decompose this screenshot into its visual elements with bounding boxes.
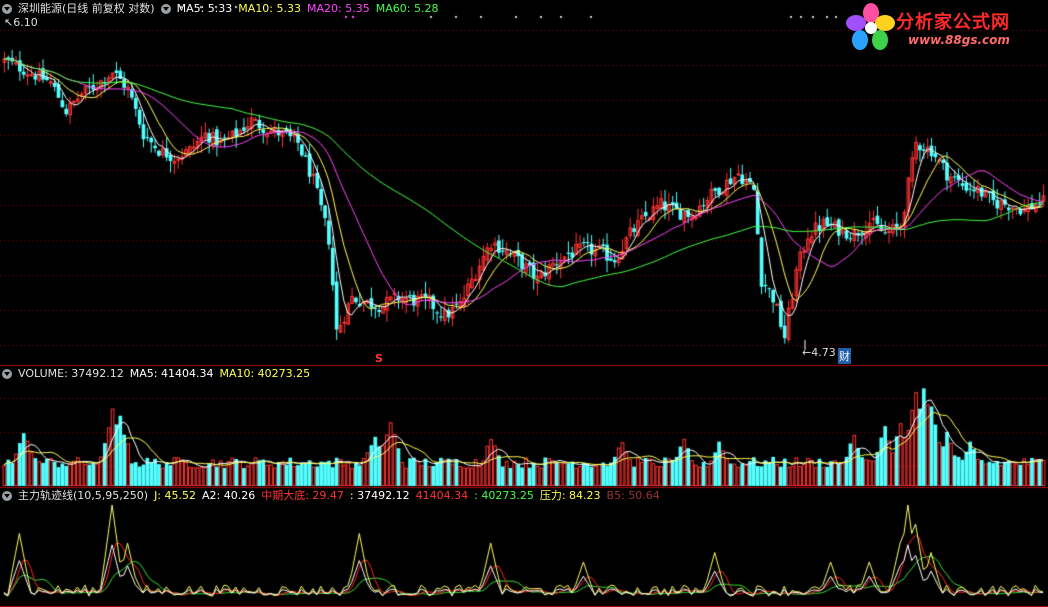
- osc-indicator-3: : 37492.12: [349, 489, 410, 502]
- volume-indicator-0: MA5: 41404.34: [129, 367, 214, 380]
- marker-cai[interactable]: 财: [838, 348, 851, 364]
- logo-url-text: www.88gs.com: [908, 33, 1010, 47]
- osc-indicator-4: 41404.34: [415, 489, 469, 502]
- osc-indicator-1: A2: 40.26: [202, 489, 256, 502]
- ma-indicator-3: MA60: 5.28: [375, 2, 439, 15]
- ma-indicator-2: MA20: 5.35: [307, 2, 370, 15]
- price-high-label: ↖6.10: [4, 16, 38, 29]
- volume-indicator-list: MA5: 41404.34 MA10: 40273.25: [130, 366, 310, 382]
- ma-indicator-list: MA5: 5.33 MA10: 5.33 MA20: 5.35 MA60: 5.28: [177, 1, 439, 17]
- volume-panel-menu-icon[interactable]: [2, 369, 12, 379]
- osc-panel-title: 主力轨迹线(10,5,95,250): [18, 489, 149, 502]
- logo-brand-text: 分析家公式网: [896, 12, 1010, 33]
- flower-logo-icon: [846, 3, 895, 50]
- price-low-label: ←4.73: [802, 346, 836, 359]
- marker-s[interactable]: S: [375, 352, 383, 365]
- osc-indicator-5: : 40273.25: [474, 489, 534, 502]
- stock-chart-canvas[interactable]: [0, 0, 1048, 607]
- site-logo: 分析家公式网 www.88gs.com: [846, 2, 1042, 54]
- osc-indicator-list: J: 45.52 A2: 40.26 中期大底: 29.47 : 37492.12 41…: [154, 488, 660, 504]
- price-panel-menu-icon[interactable]: [2, 4, 12, 14]
- ma-indicator-0: MA5: 5.33: [176, 2, 233, 15]
- osc-indicator-2: 中期大底: 29.47: [261, 489, 344, 502]
- price-panel-header: 深圳能源(日线 前复权 对数) MA5: 5.33 MA10: 5.33 MA20:…: [0, 1, 438, 17]
- arrow-left-icon: ←: [802, 346, 812, 359]
- osc-panel-menu-icon[interactable]: [2, 491, 12, 501]
- ma-indicator-1: MA10: 5.33: [238, 2, 302, 15]
- osc-indicator-6: 压力: 84.23: [539, 489, 601, 502]
- volume-panel-header: VOLUME: 37492.12 MA5: 41404.34 MA10: 4027…: [0, 366, 310, 382]
- osc-indicator-0: J: 45.52: [154, 489, 196, 502]
- price-panel-title: 深圳能源(日线 前复权 对数): [18, 2, 155, 15]
- volume-indicator-1: MA10: 40273.25: [219, 367, 311, 380]
- osc-panel-header: 主力轨迹线(10,5,95,250) J: 45.52 A2: 40.26 中期大底…: [0, 488, 660, 504]
- ma-settings-icon[interactable]: [160, 4, 171, 14]
- osc-indicator-7: B5: 50.64: [606, 489, 660, 502]
- volume-panel-title: VOLUME: 37492.12: [18, 367, 124, 380]
- arrow-left-icon: ↖: [4, 16, 14, 29]
